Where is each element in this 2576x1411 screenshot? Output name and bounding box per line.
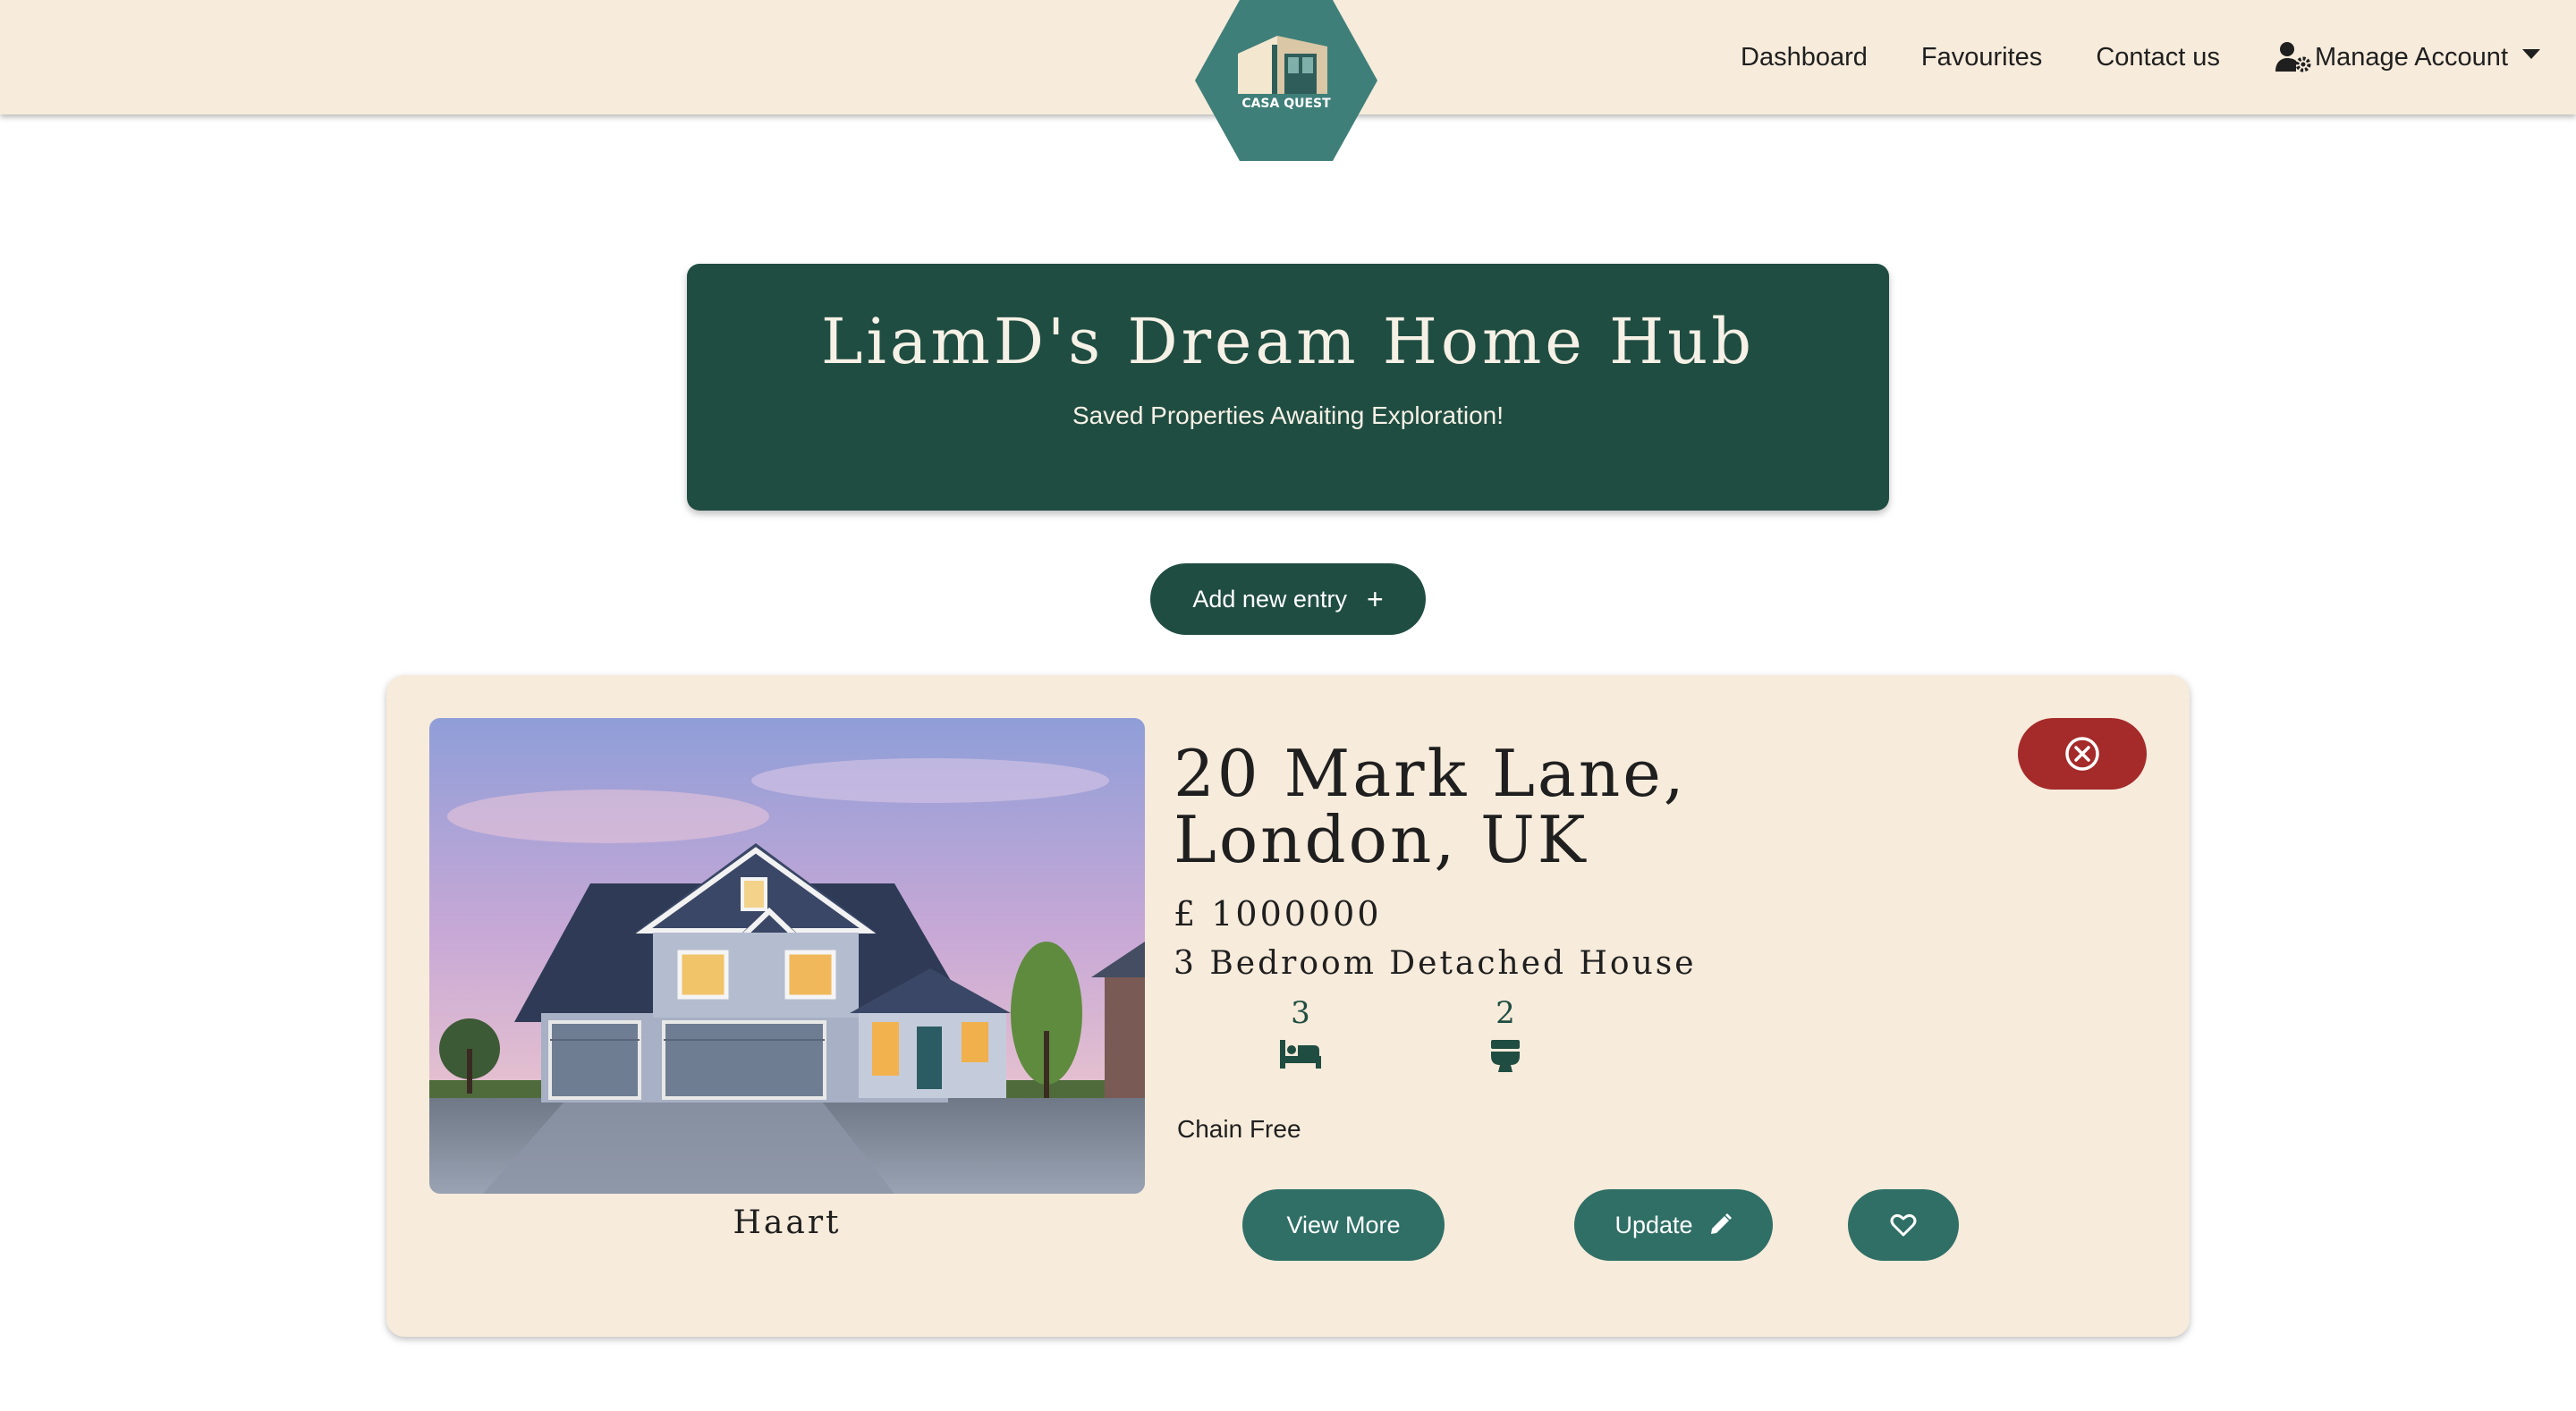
hero-banner: LiamD's Dream Home Hub Saved Properties … <box>687 264 1889 511</box>
chain-status: Chain Free <box>1177 1115 1301 1143</box>
nav-links: Dashboard Favourites Contact us Manage A… <box>1687 0 2540 114</box>
logo-text: CASA QUEST <box>1241 97 1331 111</box>
page-subtitle: Saved Properties Awaiting Exploration! <box>1072 401 1504 429</box>
property-address: 20 Mark Lane, London, UK <box>1174 736 1687 877</box>
property-type: 3 Bedroom Detached House <box>1174 945 1697 982</box>
nav-favourites-link[interactable]: Favourites <box>1921 43 2042 72</box>
page-title: LiamD's Dream Home Hub <box>820 305 1756 378</box>
toilet-icon <box>1491 1040 1520 1072</box>
close-circle-icon <box>2065 737 2099 771</box>
user-gear-icon <box>2275 42 2311 72</box>
nav-contact-link[interactable]: Contact us <box>2096 43 2220 72</box>
casa-quest-logo[interactable]: CASA QUEST <box>1195 0 1377 161</box>
bathrooms-feature: 2 <box>1470 995 1541 1074</box>
update-button[interactable]: Update <box>1574 1189 1773 1261</box>
manage-account-label: Manage Account <box>2314 42 2508 72</box>
bedrooms-feature: 3 <box>1265 995 1336 1070</box>
add-entry-label: Add new entry <box>1192 585 1347 613</box>
bed-icon <box>1280 1040 1321 1069</box>
chevron-down-icon <box>2522 48 2540 59</box>
property-photo[interactable] <box>429 718 1145 1194</box>
manage-account-dropdown[interactable]: Manage Account <box>2274 39 2540 75</box>
pencil-icon <box>1710 1213 1732 1234</box>
agent-name: Haart <box>733 1204 842 1241</box>
bedrooms-count: 3 <box>1291 995 1310 1031</box>
add-entry-button[interactable]: Add new entry + <box>1150 563 1426 635</box>
favourite-button[interactable] <box>1848 1189 1959 1261</box>
delete-property-button[interactable] <box>2018 718 2147 790</box>
bathrooms-count: 2 <box>1496 995 1515 1031</box>
view-more-label: View More <box>1286 1211 1401 1238</box>
view-more-button[interactable]: View More <box>1242 1189 1445 1261</box>
property-price: £ 1000000 <box>1174 894 1382 934</box>
property-card: Haart 20 Mark Lane, London, UK £ 1000000… <box>386 675 2190 1337</box>
update-label: Update <box>1614 1211 1693 1238</box>
heart-icon <box>1890 1213 1917 1237</box>
nav-dashboard-link[interactable]: Dashboard <box>1741 43 1868 72</box>
plus-icon: + <box>1366 582 1384 615</box>
